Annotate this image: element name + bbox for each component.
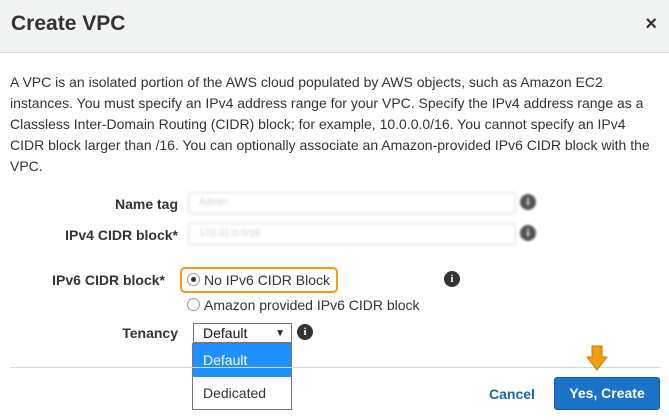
cancel-button[interactable]: Cancel (489, 386, 535, 402)
radio-amazon-ipv6[interactable] (187, 298, 200, 311)
tenancy-label: Tenancy (122, 325, 178, 341)
info-icon[interactable]: i (444, 271, 460, 287)
ipv4-cidr-label: IPv4 CIDR block* (65, 227, 178, 243)
tenancy-dropdown-list: Default Dedicated (192, 343, 292, 410)
radio-no-ipv6-label[interactable]: No IPv6 CIDR Block (204, 272, 330, 288)
name-tag-input[interactable]: Admin (188, 192, 516, 214)
info-icon[interactable]: i (297, 324, 313, 340)
tenancy-option-default[interactable]: Default (193, 344, 291, 377)
tenancy-select[interactable]: Default ▼ (193, 323, 292, 343)
info-icon[interactable]: i (520, 194, 536, 210)
ipv4-cidr-input[interactable]: 172.31.0.0/16 (188, 223, 516, 245)
yes-create-button[interactable]: Yes, Create (554, 377, 660, 410)
radio-no-ipv6[interactable] (187, 273, 200, 286)
tenancy-selected-value: Default (203, 325, 248, 341)
tenancy-option-dedicated[interactable]: Dedicated (193, 377, 291, 410)
chevron-down-icon: ▼ (275, 328, 285, 339)
name-tag-label: Name tag (114, 196, 178, 212)
dialog-title: Create VPC (11, 12, 126, 35)
info-icon[interactable]: i (520, 225, 536, 241)
close-icon[interactable]: × (645, 14, 657, 34)
footer-divider (10, 367, 660, 368)
radio-amazon-ipv6-label[interactable]: Amazon provided IPv6 CIDR block (204, 297, 420, 313)
dialog-description: A VPC is an isolated portion of the AWS … (10, 74, 650, 174)
ipv6-cidr-label: IPv6 CIDR block* (52, 272, 165, 288)
dialog-header: Create VPC × (0, 0, 669, 53)
cursor-pointer-icon (586, 345, 609, 371)
